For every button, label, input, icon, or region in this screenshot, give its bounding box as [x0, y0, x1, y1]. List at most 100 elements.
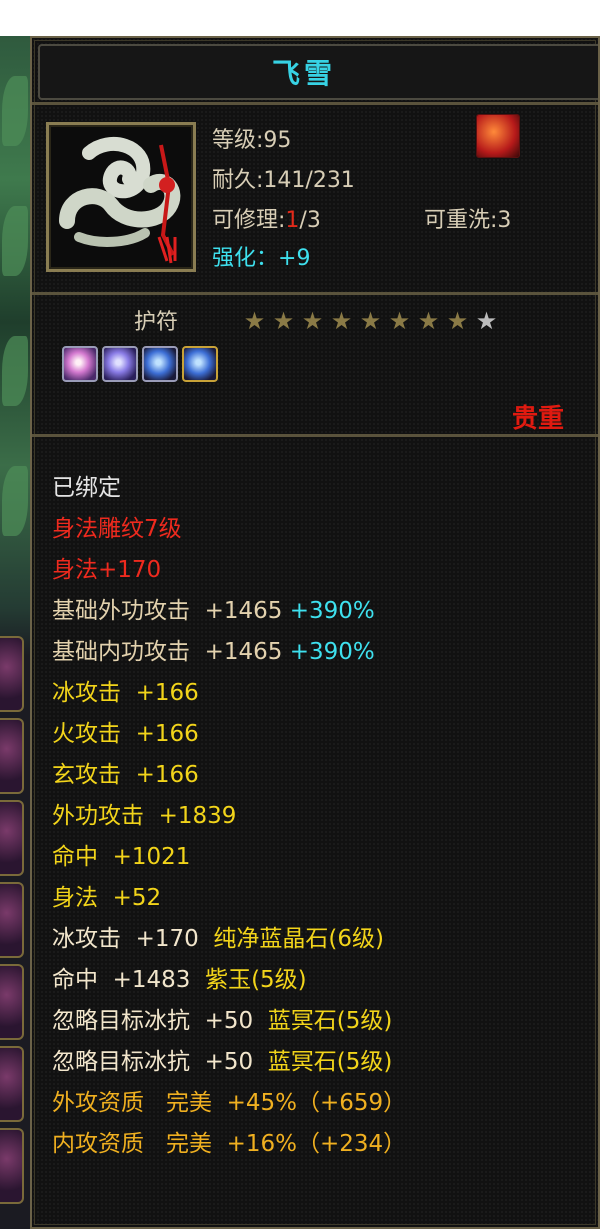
- enhance-label: 强化：: [212, 246, 279, 271]
- stat-list: 已绑定 身法雕纹7级 身法+170 基础外功攻击 +1465 +390% 基础内…: [52, 468, 406, 1165]
- star-filled-icon: ★: [388, 307, 411, 335]
- star-filled-icon: ★: [330, 307, 353, 335]
- stat-value: +1465: [204, 598, 283, 624]
- stat-base-outer-attack: 基础外功攻击 +1465 +390%: [52, 591, 406, 632]
- skill-slot-icon[interactable]: [0, 1128, 24, 1204]
- item-tooltip: 飞雪 等级:95 耐久:141/231 可修理:1/3 可重洗:3 强化：+9 …: [30, 36, 600, 1229]
- stat-percent: +390%: [289, 598, 375, 624]
- aptitude-line: 外攻资质 完美 +45%（+659）: [52, 1083, 406, 1124]
- stat-label: 火攻击: [52, 721, 121, 747]
- aptitude-value: +45%（+659）: [226, 1090, 407, 1116]
- repair-total: /3: [299, 208, 321, 233]
- stat-hit: 命中 +1021: [52, 837, 406, 878]
- stat-agility: 身法 +52: [52, 878, 406, 919]
- repair-label: 可修理:: [212, 208, 286, 233]
- item-name: 飞雪: [271, 57, 336, 90]
- skill-slot-icon[interactable]: [0, 800, 24, 876]
- gem-name: 蓝冥石(5级): [267, 1008, 393, 1034]
- phoenix-icon: [476, 114, 520, 158]
- engrave-line: 身法雕纹7级: [52, 516, 182, 542]
- aptitude-label: 外攻资质: [52, 1090, 144, 1116]
- stat-value: +1839: [158, 803, 237, 829]
- item-repair: 可修理:1/3: [212, 202, 321, 234]
- stat-label: 身法: [52, 885, 98, 911]
- stat-value: +170: [135, 926, 199, 952]
- item-title-bar: 飞雪: [38, 44, 598, 100]
- stat-label: 外功攻击: [52, 803, 144, 829]
- jade-amulet-icon: [59, 137, 181, 264]
- agility-bonus-line: 身法+170: [52, 557, 162, 583]
- star-filled-icon: ★: [359, 307, 382, 335]
- stat-label: 玄攻击: [52, 762, 121, 788]
- game-background: [0, 36, 32, 1229]
- skill-slot-icon[interactable]: [0, 718, 24, 794]
- stat-value: +1021: [112, 844, 191, 870]
- repair-used: 1: [285, 208, 300, 233]
- aptitude-label: 内攻资质: [52, 1131, 144, 1157]
- item-enhance: 强化：+9: [212, 240, 310, 272]
- stat-label: 冰攻击: [52, 680, 121, 706]
- aptitude-grade: 完美: [165, 1090, 212, 1116]
- gem-stat-line: 忽略目标冰抗 +50 蓝冥石(5级): [52, 1042, 406, 1083]
- gem-sockets: [62, 346, 218, 382]
- skill-slot-icon[interactable]: [0, 636, 24, 712]
- stat-label: 命中: [52, 844, 98, 870]
- star-rating: ★ ★ ★ ★ ★ ★ ★ ★ ★: [240, 308, 501, 334]
- blue-crystal-gem-icon[interactable]: [142, 346, 178, 382]
- gem-stat-line: 冰攻击 +170 纯净蓝晶石(6级): [52, 919, 406, 960]
- divider: [32, 292, 598, 295]
- bamboo-leaf-decoration: [2, 466, 28, 536]
- bamboo-leaf-decoration: [2, 76, 28, 146]
- skill-slot-icon[interactable]: [0, 882, 24, 958]
- gem-name: 蓝冥石(5级): [267, 1049, 393, 1075]
- violet-crystal-gem-icon[interactable]: [102, 346, 138, 382]
- stat-base-inner-attack: 基础内功攻击 +1465 +390%: [52, 632, 406, 673]
- stat-label: 命中: [52, 967, 98, 993]
- stat-label: 忽略目标冰抗: [52, 1008, 190, 1034]
- star-filled-icon: ★: [243, 307, 266, 335]
- item-level: 等级:95: [212, 128, 292, 153]
- stat-dark-attack: 玄攻击 +166: [52, 755, 406, 796]
- stat-value: +166: [135, 721, 199, 747]
- star-filled-icon: ★: [272, 307, 295, 335]
- pink-crystal-gem-icon[interactable]: [62, 346, 98, 382]
- bound-status: 已绑定: [52, 475, 121, 501]
- stat-label: 基础内功攻击: [52, 639, 190, 665]
- gem-name: 纯净蓝晶石(6级): [213, 926, 385, 952]
- stat-outer-attack: 外功攻击 +1839: [52, 796, 406, 837]
- stat-value: +166: [135, 762, 199, 788]
- bamboo-leaf-decoration: [2, 206, 28, 276]
- stat-value: +50: [204, 1049, 254, 1075]
- stat-value: +166: [135, 680, 199, 706]
- aptitude-grade: 完美: [165, 1131, 212, 1157]
- stat-value: +50: [204, 1008, 254, 1034]
- stat-value: +1465: [204, 639, 283, 665]
- star-empty-icon: ★: [475, 307, 498, 335]
- item-rewash: 可重洗:3: [424, 208, 512, 233]
- stat-label: 冰攻击: [52, 926, 121, 952]
- item-icon-frame: [46, 122, 196, 272]
- bamboo-leaf-decoration: [2, 336, 28, 406]
- stat-label: 忽略目标冰抗: [52, 1049, 190, 1075]
- skill-slot-icon[interactable]: [0, 1046, 24, 1122]
- rarity-label: 贵重: [511, 404, 564, 434]
- item-durability: 耐久:141/231: [212, 168, 355, 193]
- blue-crystal-gem-icon[interactable]: [182, 346, 218, 382]
- stat-value: +1483: [112, 967, 191, 993]
- star-filled-icon: ★: [301, 307, 324, 335]
- skill-slot-icon[interactable]: [0, 964, 24, 1040]
- item-category: 护符: [134, 310, 179, 335]
- star-filled-icon: ★: [417, 307, 440, 335]
- enhance-value: +9: [278, 246, 311, 271]
- stat-label: 基础外功攻击: [52, 598, 190, 624]
- divider: [32, 434, 598, 437]
- stat-fire-attack: 火攻击 +166: [52, 714, 406, 755]
- stat-ice-attack: 冰攻击 +166: [52, 673, 406, 714]
- gem-stat-line: 忽略目标冰抗 +50 蓝冥石(5级): [52, 1001, 406, 1042]
- gem-name: 紫玉(5级): [205, 967, 307, 993]
- aptitude-line: 内攻资质 完美 +16%（+234）: [52, 1124, 406, 1165]
- gem-stat-line: 命中 +1483 紫玉(5级): [52, 960, 406, 1001]
- stat-value: +52: [112, 885, 162, 911]
- star-filled-icon: ★: [446, 307, 469, 335]
- stat-percent: +390%: [289, 639, 375, 665]
